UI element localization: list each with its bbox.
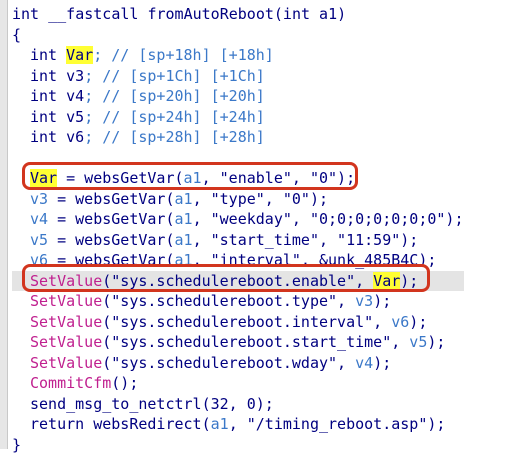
open-brace: { xyxy=(12,25,464,46)
setvalue-interval-line[interactable]: SetValue("sys.schedulereboot.interval", … xyxy=(12,312,464,333)
type-keyword: int xyxy=(30,128,66,146)
setvalue-start-time-line[interactable]: SetValue("sys.schedulereboot.start_time"… xyxy=(12,332,464,353)
var-identifier[interactable]: Var xyxy=(66,46,93,64)
stack-comment: ; // [sp+28h] [+28h] xyxy=(84,128,265,146)
setvalue-function[interactable]: SetValue xyxy=(30,313,102,331)
call-args: , "type", "0"); xyxy=(193,190,328,208)
stack-comment: ; // [sp+18h] [+18h] xyxy=(93,46,274,64)
var-identifier[interactable]: Var xyxy=(30,169,57,187)
v6-identifier[interactable]: v6 xyxy=(30,251,48,269)
a1-identifier[interactable]: a1 xyxy=(175,231,193,249)
v3-identifier[interactable]: v3 xyxy=(355,292,373,310)
v3-identifier[interactable]: v3 xyxy=(66,67,84,85)
setvalue-function[interactable]: SetValue xyxy=(30,354,102,372)
v6-identifier[interactable]: v6 xyxy=(66,128,84,146)
type-keyword: int xyxy=(30,67,66,85)
redirect-args: , "/timing_reboot.asp"); xyxy=(229,415,446,433)
call-text: = websGetVar( xyxy=(48,210,174,228)
call-args: , "interval", &unk_485B4C); xyxy=(193,251,437,269)
a1-identifier[interactable]: a1 xyxy=(211,415,229,433)
call-text: = websGetVar( xyxy=(48,251,174,269)
call-args: , "start_time", "11:59"); xyxy=(193,231,419,249)
call-args: , "enable", "0"); xyxy=(202,169,356,187)
call-text: = websGetVar( xyxy=(48,231,174,249)
setvalue-function[interactable]: SetValue xyxy=(30,292,102,310)
decl-v3-line[interactable]: int v3; // [sp+1Ch] [+1Ch] xyxy=(12,66,464,87)
setvalue-wday-line[interactable]: SetValue("sys.schedulereboot.wday", v4); xyxy=(12,353,464,374)
send-msg-line[interactable]: send_msg_to_netctrl(32, 0); xyxy=(12,394,464,415)
v4-identifier[interactable]: v4 xyxy=(66,87,84,105)
setvalue-enable-line[interactable]: SetValue("sys.schedulereboot.enable", Va… xyxy=(12,271,464,292)
v5-identifier[interactable]: v5 xyxy=(30,231,48,249)
commit-close: (); xyxy=(111,374,138,392)
close-brace: } xyxy=(12,435,464,455)
blank-line xyxy=(12,148,464,169)
setvalue-close: ); xyxy=(373,354,391,372)
stmt-v5-line[interactable]: v5 = websGetVar(a1, "start_time", "11:59… xyxy=(12,230,464,251)
editor-gutter xyxy=(0,0,8,449)
stmt-v4-line[interactable]: v4 = websGetVar(a1, "weekday", "0;0;0;0;… xyxy=(12,209,464,230)
var-identifier[interactable]: Var xyxy=(373,272,400,290)
v4-identifier[interactable]: v4 xyxy=(355,354,373,372)
a1-identifier[interactable]: a1 xyxy=(175,190,193,208)
setvalue-args: ("sys.schedulereboot.interval", xyxy=(102,313,391,331)
type-keyword: int xyxy=(30,87,66,105)
decl-v4-line[interactable]: int v4; // [sp+20h] [+20h] xyxy=(12,86,464,107)
function-signature[interactable]: int __fastcall fromAutoReboot(int a1) xyxy=(12,4,464,25)
setvalue-close: ); xyxy=(373,292,391,310)
decl-var-line[interactable]: int Var; // [sp+18h] [+18h] xyxy=(12,45,464,66)
decompiler-view: int __fastcall fromAutoReboot(int a1) { … xyxy=(0,0,522,449)
call-args: , "weekday", "0;0;0;0;0;0;0"); xyxy=(193,210,464,228)
setvalue-args: ("sys.schedulereboot.enable", xyxy=(102,272,373,290)
stack-comment: ; // [sp+1Ch] [+1Ch] xyxy=(84,67,265,85)
setvalue-function[interactable]: SetValue xyxy=(30,333,102,351)
commit-line[interactable]: CommitCfm(); xyxy=(12,373,464,394)
stmt-var-line[interactable]: Var = websGetVar(a1, "enable", "0"); xyxy=(12,168,464,189)
pseudocode-listing: int __fastcall fromAutoReboot(int a1) { … xyxy=(12,4,464,455)
a1-identifier[interactable]: a1 xyxy=(184,169,202,187)
v3-identifier[interactable]: v3 xyxy=(30,190,48,208)
v4-identifier[interactable]: v4 xyxy=(30,210,48,228)
decl-v5-line[interactable]: int v5; // [sp+24h] [+24h] xyxy=(12,107,464,128)
stmt-v6-line[interactable]: v6 = websGetVar(a1, "interval", &unk_485… xyxy=(12,250,464,271)
call-text: = websGetVar( xyxy=(57,169,183,187)
setvalue-close: ); xyxy=(409,313,427,331)
setvalue-function[interactable]: SetValue xyxy=(30,272,102,290)
return-keyword: return xyxy=(30,415,93,433)
stack-comment: ; // [sp+20h] [+20h] xyxy=(84,87,265,105)
setvalue-args: ("sys.schedulereboot.start_time", xyxy=(102,333,409,351)
v5-identifier[interactable]: v5 xyxy=(66,108,84,126)
a1-identifier[interactable]: a1 xyxy=(175,210,193,228)
v6-identifier[interactable]: v6 xyxy=(391,313,409,331)
return-line[interactable]: return websRedirect(a1, "/timing_reboot.… xyxy=(12,414,464,435)
type-keyword: int xyxy=(30,108,66,126)
call-text: = websGetVar( xyxy=(48,190,174,208)
stack-comment: ; // [sp+24h] [+24h] xyxy=(84,108,265,126)
type-keyword: int xyxy=(30,46,66,64)
a1-identifier[interactable]: a1 xyxy=(175,251,193,269)
setvalue-close: ); xyxy=(400,272,418,290)
commitcfm-function[interactable]: CommitCfm xyxy=(30,374,111,392)
decl-v6-line[interactable]: int v6; // [sp+28h] [+28h] xyxy=(12,127,464,148)
setvalue-args: ("sys.schedulereboot.wday", xyxy=(102,354,355,372)
setvalue-close: ); xyxy=(427,333,445,351)
stmt-v3-line[interactable]: v3 = websGetVar(a1, "type", "0"); xyxy=(12,189,464,210)
setvalue-args: ("sys.schedulereboot.type", xyxy=(102,292,355,310)
setvalue-type-line[interactable]: SetValue("sys.schedulereboot.type", v3); xyxy=(12,291,464,312)
redirect-call: websRedirect( xyxy=(93,415,210,433)
v5-identifier[interactable]: v5 xyxy=(409,333,427,351)
